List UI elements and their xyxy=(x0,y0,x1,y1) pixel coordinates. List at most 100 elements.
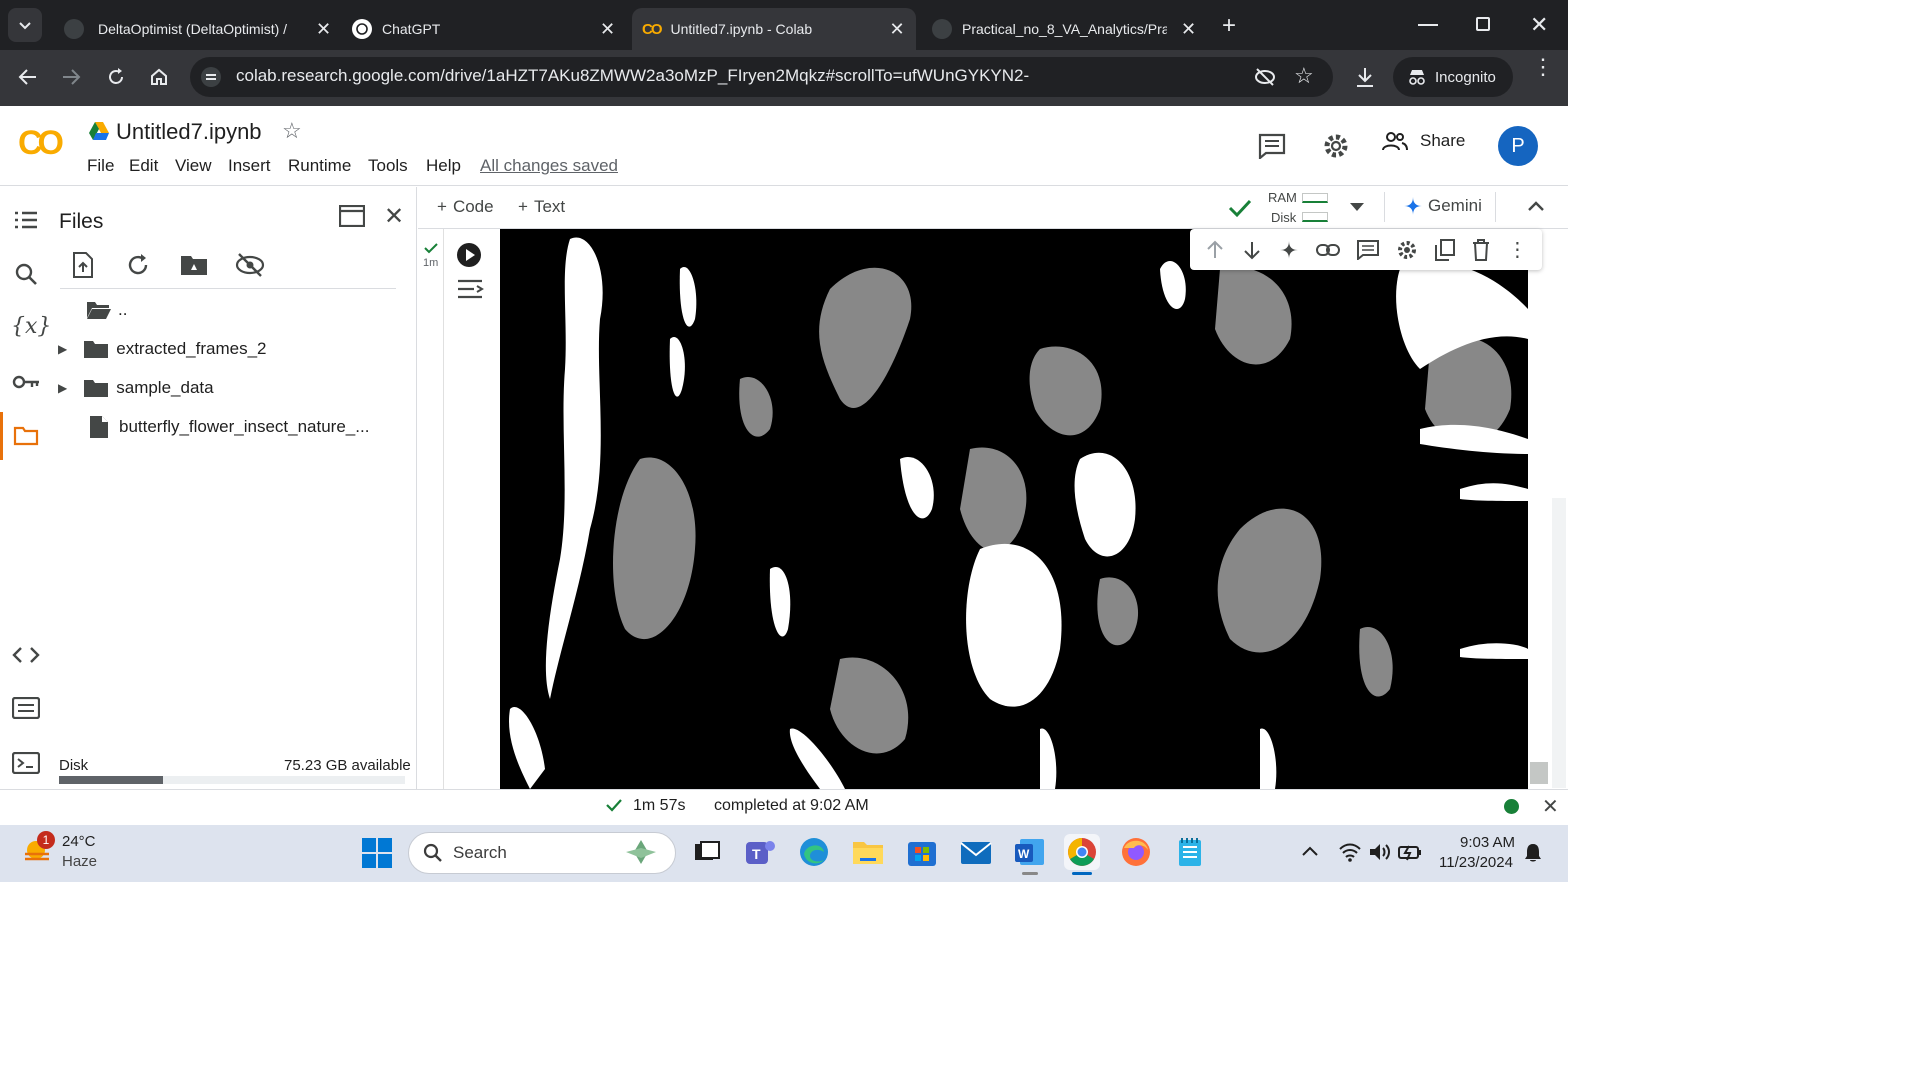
file-row-file[interactable]: butterfly_flower_insect_nature_... xyxy=(52,408,412,446)
close-icon[interactable]: ✕ xyxy=(316,19,331,40)
close-status-icon[interactable]: ✕ xyxy=(1542,794,1559,819)
secrets-key-icon[interactable] xyxy=(12,374,40,390)
teams-icon[interactable]: T xyxy=(742,834,778,870)
upload-file-icon[interactable] xyxy=(72,252,94,278)
browser-tab-colab[interactable]: CO Untitled7.ipynb - Colab ✕ xyxy=(632,8,916,50)
status-completed[interactable]: completed at 9:02 AM xyxy=(714,797,869,815)
star-icon[interactable]: ☆ xyxy=(282,118,302,144)
firefox-icon[interactable] xyxy=(1118,834,1154,870)
back-icon[interactable] xyxy=(18,68,38,86)
refresh-icon[interactable] xyxy=(126,253,150,277)
mail-icon[interactable] xyxy=(958,834,994,870)
resources-dropdown-icon[interactable] xyxy=(1350,203,1364,211)
eye-slash-icon[interactable] xyxy=(1254,67,1276,87)
mirror-cell-icon[interactable] xyxy=(1435,238,1456,261)
settings-gear-icon[interactable] xyxy=(1396,239,1418,261)
file-row-parent[interactable]: .. xyxy=(52,291,412,329)
link-icon[interactable] xyxy=(1315,243,1340,257)
volume-icon[interactable] xyxy=(1368,842,1392,862)
close-panel-icon[interactable]: ✕ xyxy=(384,202,404,231)
delete-icon[interactable] xyxy=(1472,238,1490,261)
gemini-button[interactable]: Gemini xyxy=(1404,196,1482,216)
microsoft-store-icon[interactable] xyxy=(904,834,940,870)
hide-files-icon[interactable] xyxy=(235,252,265,278)
expand-arrow-icon[interactable]: ▶ xyxy=(58,342,67,356)
task-view-icon[interactable] xyxy=(689,834,725,870)
browser-tab-practical[interactable]: Practical_no_8_VA_Analytics/Pra ✕ xyxy=(922,8,1206,50)
comment-icon[interactable] xyxy=(1258,133,1286,159)
move-down-icon[interactable] xyxy=(1242,240,1262,260)
browser-tab-deltaoptimist[interactable]: DeltaOptimist (DeltaOptimist) / ✕ xyxy=(52,8,336,50)
folder-icon[interactable] xyxy=(13,426,39,446)
add-code-button[interactable]: + Code xyxy=(437,197,494,217)
close-icon[interactable]: ✕ xyxy=(600,19,615,40)
notebook-title[interactable]: Untitled7.ipynb xyxy=(116,119,262,145)
file-row-folder[interactable]: ▶ sample_data xyxy=(52,369,412,407)
search-icon[interactable] xyxy=(14,262,38,286)
tab-search-button[interactable] xyxy=(8,8,42,42)
menu-view[interactable]: View xyxy=(175,156,212,176)
edge-icon[interactable] xyxy=(796,834,832,870)
browser-tab-chatgpt[interactable]: ChatGPT ✕ xyxy=(342,8,627,50)
word-icon[interactable]: W xyxy=(1012,834,1048,870)
run-cell-button[interactable] xyxy=(456,242,482,268)
scrollbar-track[interactable] xyxy=(1552,498,1566,788)
site-info-icon[interactable] xyxy=(200,66,222,88)
wifi-icon[interactable] xyxy=(1338,842,1362,862)
status-duration[interactable]: 1m 57s xyxy=(633,797,685,815)
expand-arrow-icon[interactable]: ▶ xyxy=(58,381,67,395)
file-row-folder[interactable]: ▶ extracted_frames_2 xyxy=(52,330,412,368)
menu-edit[interactable]: Edit xyxy=(129,156,158,176)
minimize-button[interactable] xyxy=(1418,24,1438,26)
home-icon[interactable] xyxy=(149,67,169,87)
battery-icon[interactable] xyxy=(1398,843,1422,861)
file-explorer-icon[interactable] xyxy=(850,834,886,870)
ram-meter[interactable] xyxy=(1302,193,1328,203)
move-up-icon[interactable] xyxy=(1205,240,1225,260)
more-vert-icon[interactable]: ⋮ xyxy=(1532,56,1554,78)
forward-icon[interactable] xyxy=(61,68,81,86)
menu-runtime[interactable]: Runtime xyxy=(288,156,351,176)
share-button[interactable]: Share xyxy=(1382,131,1465,151)
avatar[interactable]: P xyxy=(1498,126,1538,166)
colab-logo[interactable]: CO xyxy=(18,124,64,163)
taskbar-time[interactable]: 9:03 AM xyxy=(1460,834,1515,851)
table-of-contents-icon[interactable] xyxy=(14,210,38,230)
restore-button[interactable] xyxy=(1476,17,1490,31)
mount-drive-icon[interactable] xyxy=(180,254,208,276)
runtime-status-dot[interactable] xyxy=(1504,799,1519,814)
download-icon[interactable] xyxy=(1355,66,1375,88)
output-scrollbar-thumb[interactable] xyxy=(1530,762,1548,784)
disk-meter[interactable] xyxy=(1302,212,1328,222)
new-tab-button[interactable]: + xyxy=(1222,12,1236,40)
window-close-button[interactable]: ✕ xyxy=(1530,12,1548,38)
menu-tools[interactable]: Tools xyxy=(368,156,408,176)
terminal-icon[interactable] xyxy=(12,752,40,774)
gemini-sparkle-icon[interactable] xyxy=(1279,240,1299,260)
bookmark-star-icon[interactable]: ☆ xyxy=(1294,63,1314,89)
notepad-icon[interactable] xyxy=(1172,834,1208,870)
menu-file[interactable]: File xyxy=(87,156,114,176)
reload-icon[interactable] xyxy=(106,67,126,87)
command-palette-icon[interactable] xyxy=(12,697,40,719)
variables-icon[interactable]: {x} xyxy=(11,314,51,339)
comment-icon[interactable] xyxy=(1356,239,1379,260)
close-icon[interactable]: ✕ xyxy=(890,19,905,40)
notification-bell-icon[interactable] xyxy=(1524,843,1542,863)
code-snippets-icon[interactable] xyxy=(12,646,40,664)
show-hidden-icons-icon[interactable] xyxy=(1302,846,1318,856)
taskbar-date[interactable]: 11/23/2024 xyxy=(1439,854,1513,871)
more-vert-icon[interactable]: ⋮ xyxy=(1507,240,1527,260)
windows-start-icon[interactable] xyxy=(362,838,392,868)
save-status[interactable]: All changes saved xyxy=(480,156,618,176)
output-actions-icon[interactable] xyxy=(456,278,484,302)
menu-insert[interactable]: Insert xyxy=(228,156,271,176)
chrome-icon[interactable] xyxy=(1064,834,1100,870)
menu-help[interactable]: Help xyxy=(426,156,461,176)
settings-gear-icon[interactable] xyxy=(1322,132,1350,160)
add-text-button[interactable]: + Text xyxy=(518,197,565,217)
collapse-header-icon[interactable] xyxy=(1528,201,1544,211)
open-in-tab-icon[interactable] xyxy=(339,205,365,227)
close-icon[interactable]: ✕ xyxy=(1181,19,1196,40)
incognito-button[interactable]: Incognito xyxy=(1393,57,1513,97)
